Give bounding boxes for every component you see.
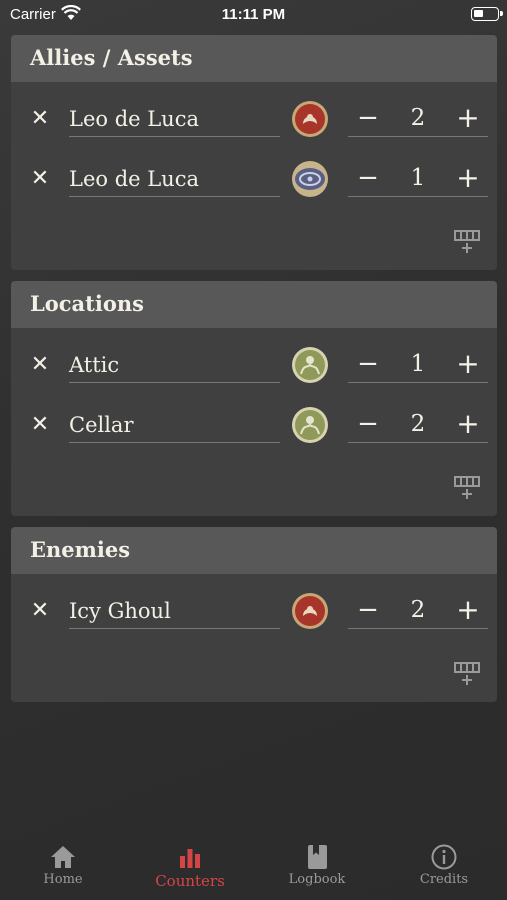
counter-row: ✕ Icy Ghoul − 2 + [11,583,497,643]
increment-button[interactable]: + [448,101,488,137]
seal-token-red-icon[interactable] [291,100,329,138]
increment-button[interactable]: + [448,407,488,443]
count-stepper: − 2 + [348,407,488,443]
decrement-button[interactable]: − [348,347,388,383]
seal-token-red-icon[interactable] [291,592,329,630]
counter-row: ✕ Leo de Luca − 1 + [11,151,497,211]
count-value: 2 [410,411,426,437]
counter-row: ✕ Attic − 1 + [11,337,497,397]
tab-label: Credits [419,872,469,887]
section-title: Locations [11,281,497,328]
status-bar: Carrier 11:11 PM [0,0,507,30]
decrement-button[interactable]: − [348,593,388,629]
add-counter-icon[interactable] [453,659,481,687]
add-counter-icon[interactable] [453,473,481,501]
tab-label: Counters [155,872,225,890]
increment-button[interactable]: + [448,347,488,383]
tab-bar: Home Counters Logbook Credits [0,835,507,900]
tab-counters[interactable]: Counters [127,835,253,900]
counter-name[interactable]: Leo de Luca [69,101,280,137]
info-icon [431,844,457,870]
count-value: 2 [410,105,426,131]
section-enemies: Enemies ✕ Icy Ghoul − 2 + [11,527,497,702]
location-token-green-icon[interactable] [291,406,329,444]
count-value: 2 [410,597,426,623]
counter-name[interactable]: Icy Ghoul [69,593,280,629]
counter-name[interactable]: Cellar [69,407,280,443]
remove-button[interactable]: ✕ [29,168,51,190]
count-value: 1 [410,165,426,191]
remove-button[interactable]: ✕ [29,108,51,130]
count-stepper: − 2 + [348,593,488,629]
remove-button[interactable]: ✕ [29,354,51,376]
tab-credits[interactable]: Credits [381,835,507,900]
seal-token-blue-icon[interactable] [291,160,329,198]
section-title: Enemies [11,527,497,574]
decrement-button[interactable]: − [348,101,388,137]
bar-chart-icon [180,849,200,868]
counter-row: ✕ Cellar − 2 + [11,397,497,457]
location-token-green-icon[interactable] [291,346,329,384]
count-stepper: − 1 + [348,347,488,383]
decrement-button[interactable]: − [348,161,388,197]
count-stepper: − 1 + [348,161,488,197]
counter-name[interactable]: Attic [69,347,280,383]
section-locations: Locations ✕ Attic − 1 + ✕ Cellar − 2 + [11,281,497,516]
tab-logbook[interactable]: Logbook [254,835,380,900]
count-stepper: − 2 + [348,101,488,137]
book-icon [308,845,327,869]
increment-button[interactable]: + [448,593,488,629]
remove-button[interactable]: ✕ [29,414,51,436]
increment-button[interactable]: + [448,161,488,197]
tab-label: Home [43,872,83,887]
decrement-button[interactable]: − [348,407,388,443]
counter-name[interactable]: Leo de Luca [69,161,280,197]
section-title: Allies / Assets [11,35,497,82]
clock: 11:11 PM [221,6,286,23]
tab-label: Logbook [288,872,346,887]
section-allies-assets: Allies / Assets ✕ Leo de Luca − 2 + ✕ Le… [11,35,497,270]
remove-button[interactable]: ✕ [29,600,51,622]
tab-home[interactable]: Home [0,835,126,900]
battery-icon [471,7,503,21]
counter-row: ✕ Leo de Luca − 2 + [11,91,497,151]
count-value: 1 [410,351,426,377]
home-icon [51,846,75,868]
counters-screen: Carrier 11:11 PM Allies / Assets ✕ Leo d… [0,0,507,900]
add-counter-icon[interactable] [453,227,481,255]
